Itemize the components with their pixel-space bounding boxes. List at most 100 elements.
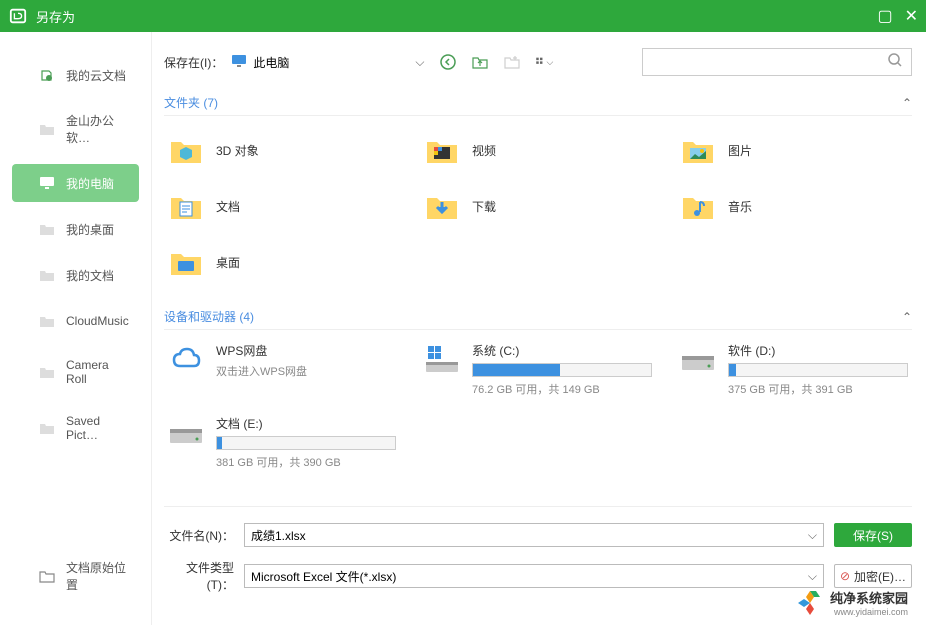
folder-download-icon: [424, 188, 460, 224]
folder-music-icon: [680, 188, 716, 224]
drive-free-text: 76.2 GB 可用，共 149 GB: [472, 381, 652, 397]
folders-section-header[interactable]: 文件夹 (7) ⌃: [164, 90, 912, 116]
folder-label: 桌面: [216, 254, 240, 271]
sidebar-item-camera-roll[interactable]: Camera Roll: [12, 348, 139, 396]
sidebar-item-kingsoft[interactable]: 金山办公软…: [12, 102, 139, 156]
drive-system-c[interactable]: 系统 (C:) 76.2 GB 可用，共 149 GB: [420, 338, 656, 401]
folder-videos[interactable]: 视频: [420, 124, 656, 176]
chevron-down-icon: ⌵: [415, 55, 424, 70]
sidebar-item-desktop[interactable]: 我的桌面: [12, 210, 139, 248]
folder-icon: [38, 266, 56, 284]
folder-desktop-icon: [168, 244, 204, 280]
sidebar-item-label: 我的文档: [66, 267, 114, 284]
folder-icon: [38, 363, 56, 381]
folder-label: 图片: [728, 142, 752, 159]
folder-label: 文档: [216, 198, 240, 215]
folder-desktop[interactable]: 桌面: [164, 236, 400, 288]
watermark-text: 纯净系统家园: [830, 591, 908, 606]
section-title: 文件夹 (7): [164, 94, 218, 111]
folder-icon: [38, 120, 56, 138]
filetype-select[interactable]: Microsoft Excel 文件(*.xlsx) ⌵: [244, 564, 824, 588]
filename-label: 文件名(N)：: [164, 527, 234, 544]
watermark: 纯净系统家园 www.yidaimei.com: [796, 588, 908, 617]
window-controls: ▢ ✕: [877, 6, 918, 26]
drive-usage-bar: [728, 363, 908, 377]
sidebar-item-cloudmusic[interactable]: CloudMusic: [12, 302, 139, 340]
folder-label: 音乐: [728, 198, 752, 215]
sidebar-item-label: Saved Pict…: [66, 414, 127, 442]
filetype-label: 文件类型(T)：: [164, 559, 234, 593]
filename-input[interactable]: 成绩1.xlsx ⌵: [244, 523, 824, 547]
close-icon[interactable]: ✕: [905, 6, 918, 26]
view-mode-icon[interactable]: ⌵: [535, 53, 553, 71]
sidebar-item-documents[interactable]: 我的文档: [12, 256, 139, 294]
location-label: 保存在(I)：: [164, 54, 223, 71]
sidebar-item-label: 文档原始位置: [66, 559, 128, 593]
disk-icon: [680, 342, 716, 378]
cloud-doc-icon: [38, 66, 56, 84]
folder-video-icon: [424, 132, 460, 168]
folder-downloads[interactable]: 下载: [420, 180, 656, 232]
up-folder-icon[interactable]: [471, 53, 489, 71]
disk-icon: [168, 415, 204, 451]
folders-grid: 3D 对象 视频 图片 文档 下载 音乐: [164, 124, 912, 288]
sidebar-item-saved-pictures[interactable]: Saved Pict…: [12, 404, 139, 452]
drive-usage-bar: [472, 363, 652, 377]
drives-section-header[interactable]: 设备和驱动器 (4) ⌃: [164, 304, 912, 330]
chevron-down-icon[interactable]: ⌵: [808, 569, 817, 584]
sidebar-item-label: 金山办公软…: [66, 112, 127, 146]
section-title: 设备和驱动器 (4): [164, 308, 254, 325]
titlebar-title: 另存为: [36, 7, 877, 26]
search-input[interactable]: [651, 55, 887, 69]
drive-name: 软件 (D:): [728, 342, 908, 359]
drive-name: 系统 (C:): [472, 342, 652, 359]
folder-3d-objects[interactable]: 3D 对象: [164, 124, 400, 176]
folder-icon: [38, 419, 56, 437]
back-icon[interactable]: [439, 53, 457, 71]
folder-label: 3D 对象: [216, 142, 259, 159]
folder-documents[interactable]: 文档: [164, 180, 400, 232]
folder-music[interactable]: 音乐: [676, 180, 912, 232]
sidebar-item-label: 我的电脑: [66, 175, 114, 192]
folder-picture-icon: [680, 132, 716, 168]
drives-grid: WPS网盘 双击进入WPS网盘 系统 (C:) 76.2 GB 可用，共 149…: [164, 338, 912, 474]
monitor-icon: [231, 53, 247, 72]
drive-documents-e[interactable]: 文档 (E:) 381 GB 可用，共 390 GB: [164, 411, 400, 474]
drive-name: WPS网盘: [216, 342, 396, 359]
search-icon[interactable]: [887, 52, 903, 73]
search-box[interactable]: [642, 48, 912, 76]
sidebar-item-label: 我的桌面: [66, 221, 114, 238]
chevron-down-icon[interactable]: ⌵: [808, 528, 817, 543]
drive-wps-cloud[interactable]: WPS网盘 双击进入WPS网盘: [164, 338, 400, 401]
drive-usage-bar: [216, 436, 396, 450]
folder-3d-icon: [168, 132, 204, 168]
cloud-icon: [168, 342, 204, 378]
watermark-url: www.yidaimei.com: [830, 607, 908, 617]
sidebar-item-label: CloudMusic: [66, 314, 129, 328]
folder-pictures[interactable]: 图片: [676, 124, 912, 176]
sidebar-item-label: 我的云文档: [66, 67, 126, 84]
save-button[interactable]: 保存(S): [834, 523, 912, 547]
chevron-up-icon[interactable]: ⌃: [902, 96, 912, 110]
sidebar-item-original-location[interactable]: 文档原始位置: [12, 549, 140, 603]
content-area: 保存在(I)： 此电脑 ⌵ ⌵ 文件夹 (7) ⌃: [152, 32, 926, 625]
toolbar: 保存在(I)： 此电脑 ⌵ ⌵: [164, 48, 912, 76]
location-value: 此电脑: [253, 54, 289, 71]
sidebar-item-label: Camera Roll: [66, 358, 127, 386]
drive-free-text: 375 GB 可用，共 391 GB: [728, 381, 908, 397]
chevron-up-icon[interactable]: ⌃: [902, 310, 912, 324]
sidebar-item-cloud-docs[interactable]: 我的云文档: [12, 56, 139, 94]
folder-icon: [38, 312, 56, 330]
folder-doc-icon: [168, 188, 204, 224]
location-select[interactable]: 此电脑 ⌵: [231, 49, 431, 75]
drive-software-d[interactable]: 软件 (D:) 375 GB 可用，共 391 GB: [676, 338, 912, 401]
sidebar: 我的云文档 金山办公软… 我的电脑 我的桌面 我的文档 CloudMusic C…: [0, 32, 152, 625]
maximize-icon[interactable]: ▢: [877, 6, 892, 26]
folder-icon: [38, 220, 56, 238]
encrypt-button[interactable]: ⊘ 加密(E)…: [834, 564, 912, 588]
lock-icon: ⊘: [840, 569, 850, 583]
new-folder-icon[interactable]: [503, 53, 521, 71]
app-logo-icon: [8, 6, 28, 26]
sidebar-item-my-computer[interactable]: 我的电脑: [12, 164, 139, 202]
folder-open-icon: [38, 567, 56, 585]
